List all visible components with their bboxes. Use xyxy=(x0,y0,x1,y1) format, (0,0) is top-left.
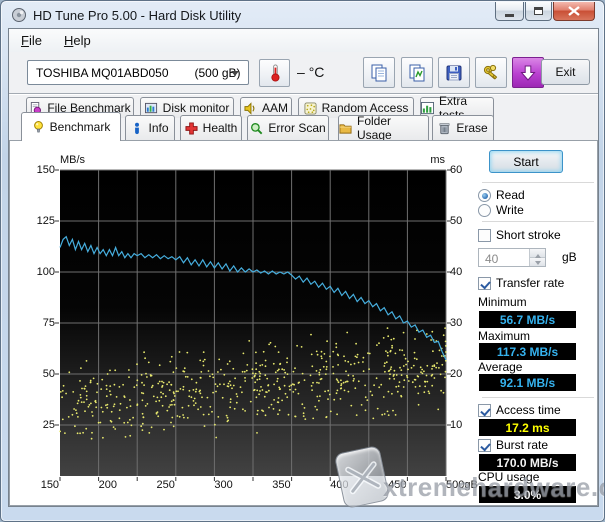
temperature-button[interactable] xyxy=(259,59,290,87)
drive-select-value: TOSHIBA MQ01ABD050 xyxy=(36,65,169,80)
maximum-label: Maximum xyxy=(478,329,531,343)
burst-rate-label: Burst rate xyxy=(496,438,549,452)
access-time-label: Access time xyxy=(496,403,561,417)
right-axis-ticks: 60 50 40 30 20 10 xyxy=(450,164,463,431)
spinner-arrows[interactable] xyxy=(529,249,545,266)
right-axis-title: ms xyxy=(430,154,445,166)
speaker-icon xyxy=(244,101,255,115)
minimize-button[interactable] xyxy=(495,2,524,21)
write-radio[interactable] xyxy=(478,204,491,217)
write-label: Write xyxy=(496,203,524,217)
short-stroke-label: Short stroke xyxy=(496,228,561,242)
copy-image-icon xyxy=(409,64,425,81)
average-value: 92.1 MB/s xyxy=(479,374,576,391)
chevron-down-icon xyxy=(231,71,239,80)
menu-file[interactable]: File xyxy=(11,31,52,50)
panel-separator-2 xyxy=(482,221,594,222)
minimize-icon xyxy=(505,13,514,17)
copy-icon xyxy=(371,64,387,81)
burst-rate-checkbox[interactable] xyxy=(478,439,491,452)
maximize-button[interactable] xyxy=(525,2,552,21)
save-button[interactable] xyxy=(438,57,470,88)
magnifier-icon xyxy=(251,122,263,134)
maximum-value: 117.3 MB/s xyxy=(479,343,576,360)
close-button[interactable] xyxy=(553,2,595,21)
disk-monitor-icon xyxy=(144,102,157,113)
toolbar-separator xyxy=(9,93,598,95)
titlebar[interactable]: HD Tune Pro 5.00 - Hard Disk Utility xyxy=(1,1,604,29)
thermometer-icon xyxy=(270,64,279,82)
tab-health[interactable]: Health xyxy=(180,115,242,140)
plot-svg xyxy=(55,169,451,481)
folder-icon xyxy=(339,123,352,134)
read-radio[interactable] xyxy=(478,189,491,202)
trash-icon xyxy=(439,122,450,134)
spinner-up-icon[interactable] xyxy=(530,249,545,258)
short-stroke-checkbox[interactable] xyxy=(478,229,491,242)
spinner-down-icon[interactable] xyxy=(530,257,545,266)
cpu-usage-value: 3.0% xyxy=(479,486,576,503)
left-axis-ticks: 150 125 100 75 50 25 xyxy=(36,164,55,431)
temperature-value: – °C xyxy=(297,64,325,80)
app-icon xyxy=(12,8,26,22)
tab-info[interactable]: Info xyxy=(125,115,175,140)
panel-separator-3 xyxy=(482,397,594,398)
extra-tests-icon xyxy=(421,101,434,114)
tab-folder-usage[interactable]: Folder Usage xyxy=(338,114,429,142)
x-axis-ticks: 050100150200250300350400450500gB xyxy=(1,479,478,491)
transfer-rate-label: Transfer rate xyxy=(496,276,565,290)
access-time-checkbox[interactable] xyxy=(478,404,491,417)
short-stroke-spinner[interactable]: 40 xyxy=(478,248,546,267)
capture-icon xyxy=(520,65,536,81)
hd-tune-window: HD Tune Pro 5.00 - Hard Disk Utility Fil… xyxy=(0,0,605,522)
average-label: Average xyxy=(478,360,523,374)
options-button[interactable] xyxy=(475,57,507,88)
copy-image-button[interactable] xyxy=(401,57,433,88)
tab-erase[interactable]: Erase xyxy=(432,115,494,140)
benchmark-plot xyxy=(55,169,451,481)
copy-button[interactable] xyxy=(363,57,395,88)
tab-error-scan[interactable]: Error Scan xyxy=(247,115,329,140)
short-stroke-value: 40 xyxy=(485,252,499,266)
maximize-icon xyxy=(534,7,543,15)
short-stroke-unit: gB xyxy=(562,250,577,264)
burst-rate-value: 170.0 MB/s xyxy=(479,454,576,471)
window-title: HD Tune Pro 5.00 - Hard Disk Utility xyxy=(33,8,242,23)
minimum-value: 56.7 MB/s xyxy=(479,311,576,328)
info-icon xyxy=(135,122,140,134)
exit-button[interactable]: Exit xyxy=(541,59,590,85)
start-button[interactable]: Start xyxy=(489,150,563,173)
random-access-icon xyxy=(304,101,317,115)
access-time-value: 17.2 ms xyxy=(479,419,576,436)
read-label: Read xyxy=(496,188,525,202)
close-icon xyxy=(568,6,580,16)
transfer-rate-checkbox[interactable] xyxy=(478,277,491,290)
panel-separator-1 xyxy=(482,182,594,183)
cpu-usage-label: CPU usage xyxy=(478,470,540,484)
drive-select[interactable]: TOSHIBA MQ01ABD050 (500 gB) xyxy=(27,60,249,85)
left-axis-title: MB/s xyxy=(60,154,86,166)
options-icon xyxy=(483,64,498,79)
minimum-label: Minimum xyxy=(478,295,527,309)
benchmark-icon xyxy=(33,121,43,133)
menubar: File Help xyxy=(9,29,598,52)
tab-benchmark[interactable]: Benchmark xyxy=(21,112,121,141)
menu-help[interactable]: Help xyxy=(54,31,101,50)
capture-button[interactable] xyxy=(512,57,544,88)
health-cross-icon xyxy=(185,121,198,135)
save-icon xyxy=(446,65,462,80)
